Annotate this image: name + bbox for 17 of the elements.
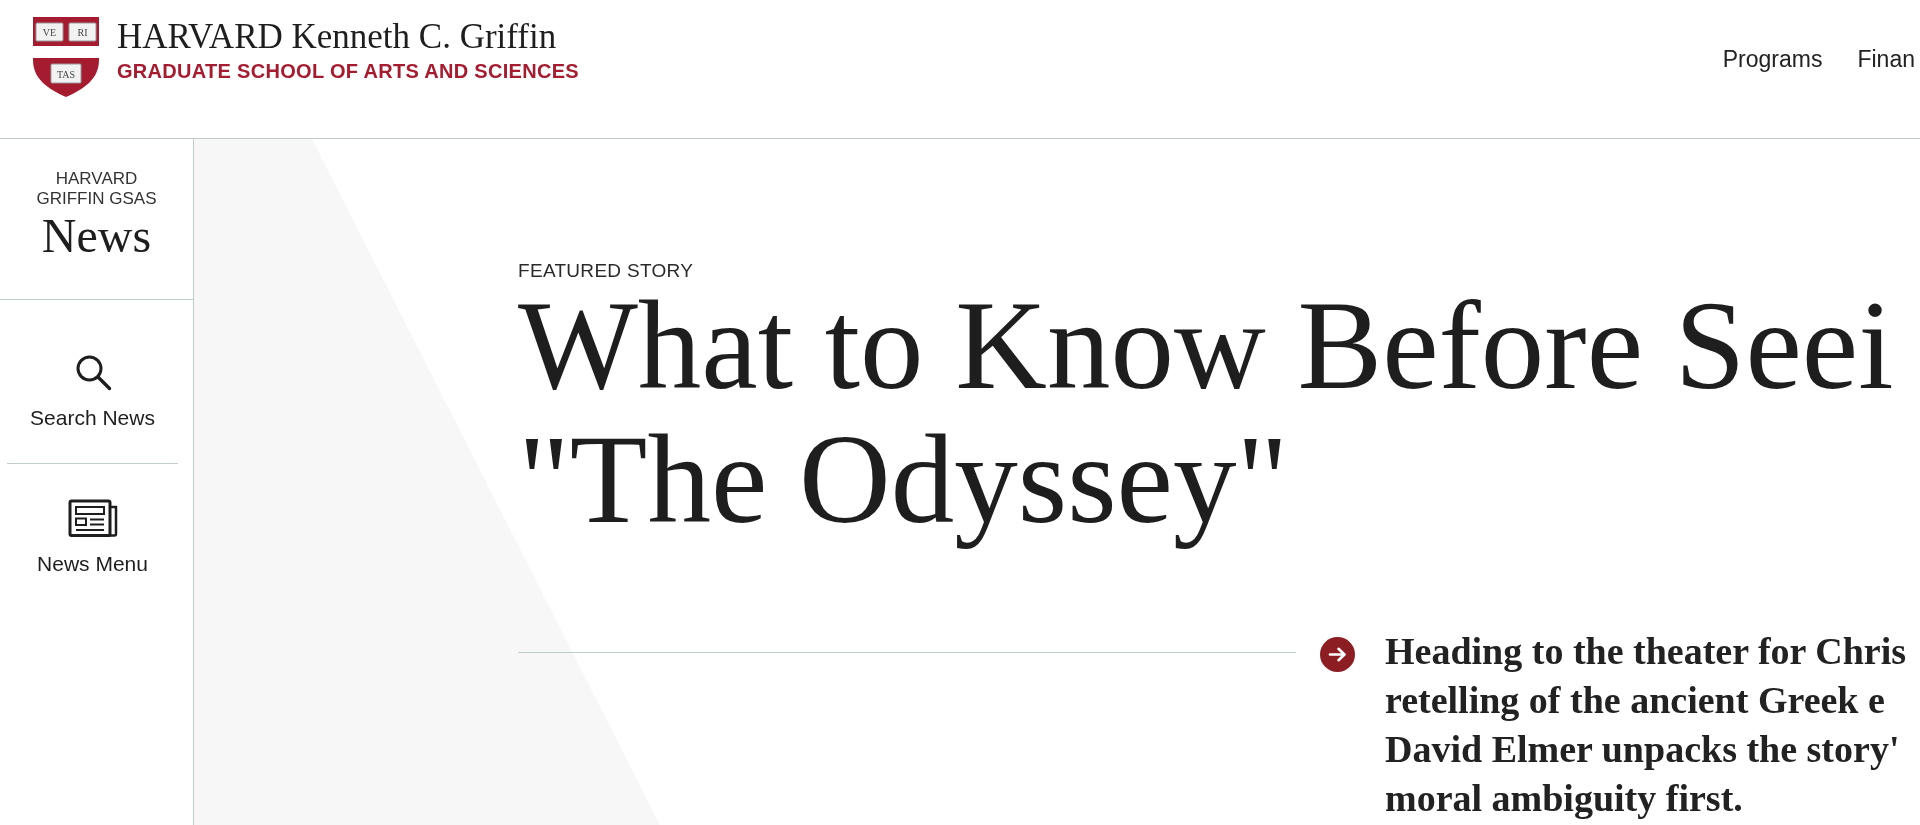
search-news-button[interactable]: Search News [7,318,178,463]
book-motto-text: RI [77,26,88,38]
shield-logo[interactable]: VE RI TAS [32,16,100,98]
book-motto-text: VE [42,26,57,38]
news-menu-button[interactable]: News Menu [7,464,178,609]
school-wordmark[interactable]: HARVARD Kenneth C. Griffin [117,19,579,54]
news-title[interactable]: News [41,214,152,258]
nav-link[interactable]: Finan [1857,46,1915,73]
arrow-circle-icon [1320,637,1355,672]
story-summary: Heading to the theater for Chris retelling of the ancient Greek e David Elmer unpacks the story' moral ambiguity first. [1385,629,1907,821]
school-name-text: GRADUATE SCHOOL OF ARTS AND SCIENCES [117,59,579,83]
featured-story-label: FEATURED STORY [518,259,695,282]
newspaper-icon [67,499,118,537]
nav-link[interactable]: Programs [1722,46,1823,73]
news-brand-label[interactable]: HARVARD GRIFFIN GSAS [36,169,157,209]
book-motto-text: TAS [56,68,76,80]
search-icon [73,353,112,391]
